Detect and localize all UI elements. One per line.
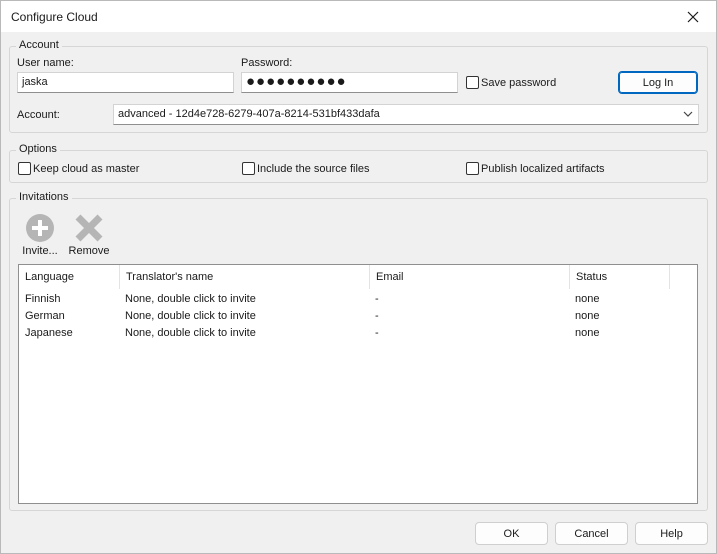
cell-email: - [375, 310, 379, 322]
window-title: Configure Cloud [11, 10, 98, 24]
invite-label: Invite... [22, 245, 58, 257]
title-bar: Configure Cloud [1, 1, 716, 32]
cancel-button[interactable]: Cancel [555, 522, 628, 545]
invitations-list[interactable]: Language Translator's name Email Status … [18, 264, 698, 504]
include-source-files-label: Include the source files [257, 162, 370, 175]
remove-icon [75, 214, 103, 242]
cell-language: Japanese [25, 327, 73, 339]
cell-translator: None, double click to invite [125, 293, 256, 305]
options-legend: Options [16, 143, 60, 155]
publish-localized-artifacts-label: Publish localized artifacts [481, 162, 605, 175]
cell-translator: None, double click to invite [125, 310, 256, 322]
include-source-files-checkbox[interactable]: Include the source files [242, 162, 370, 175]
save-password-box[interactable] [466, 76, 479, 89]
publish-localized-artifacts-box[interactable] [466, 162, 479, 175]
cell-status: none [575, 310, 600, 322]
save-password-label: Save password [481, 76, 557, 89]
include-source-files-box[interactable] [242, 162, 255, 175]
remove-label: Remove [68, 245, 110, 257]
list-item[interactable]: German None, double click to invite - no… [19, 308, 697, 325]
add-icon [26, 214, 54, 242]
invitations-legend: Invitations [16, 191, 72, 203]
remove-button[interactable]: Remove [68, 213, 110, 257]
keep-cloud-master-checkbox[interactable]: Keep cloud as master [18, 162, 139, 175]
configure-cloud-dialog: Configure Cloud Account User name: jaska… [0, 0, 717, 554]
cell-language: Finnish [25, 293, 61, 305]
publish-localized-artifacts-checkbox[interactable]: Publish localized artifacts [466, 162, 605, 175]
cell-status: none [575, 293, 600, 305]
column-header-language[interactable]: Language [19, 265, 120, 289]
password-input[interactable]: ●●●●●●●●●● [241, 72, 458, 93]
keep-cloud-master-label: Keep cloud as master [33, 162, 140, 175]
list-item[interactable]: Japanese None, double click to invite - … [19, 325, 697, 342]
account-combobox[interactable]: advanced - 12d4e728-6279-407a-8214-531bf… [113, 104, 699, 125]
close-button[interactable] [670, 1, 716, 32]
cell-email: - [375, 327, 379, 339]
account-legend: Account [16, 39, 62, 51]
invite-button[interactable]: Invite... [19, 213, 61, 257]
column-header-email[interactable]: Email [370, 265, 570, 289]
cell-translator: None, double click to invite [125, 327, 256, 339]
username-label: User name: [17, 57, 74, 69]
account-label: Account: [17, 109, 60, 121]
column-header-translator-name[interactable]: Translator's name [120, 265, 370, 289]
ok-button[interactable]: OK [475, 522, 548, 545]
account-combobox-value: advanced - 12d4e728-6279-407a-8214-531bf… [118, 108, 380, 120]
list-item[interactable]: Finnish None, double click to invite - n… [19, 291, 697, 308]
cell-language: German [25, 310, 65, 322]
keep-cloud-master-box[interactable] [18, 162, 31, 175]
username-input[interactable]: jaska [17, 72, 234, 93]
column-header-status[interactable]: Status [570, 265, 670, 289]
list-header: Language Translator's name Email Status [19, 265, 697, 289]
log-in-button[interactable]: Log In [618, 71, 698, 94]
password-label: Password: [241, 57, 293, 69]
close-icon [687, 11, 699, 22]
save-password-checkbox[interactable]: Save password [466, 76, 556, 89]
help-button[interactable]: Help [635, 522, 708, 545]
chevron-down-icon [683, 111, 693, 117]
cell-status: none [575, 327, 600, 339]
cell-email: - [375, 293, 379, 305]
